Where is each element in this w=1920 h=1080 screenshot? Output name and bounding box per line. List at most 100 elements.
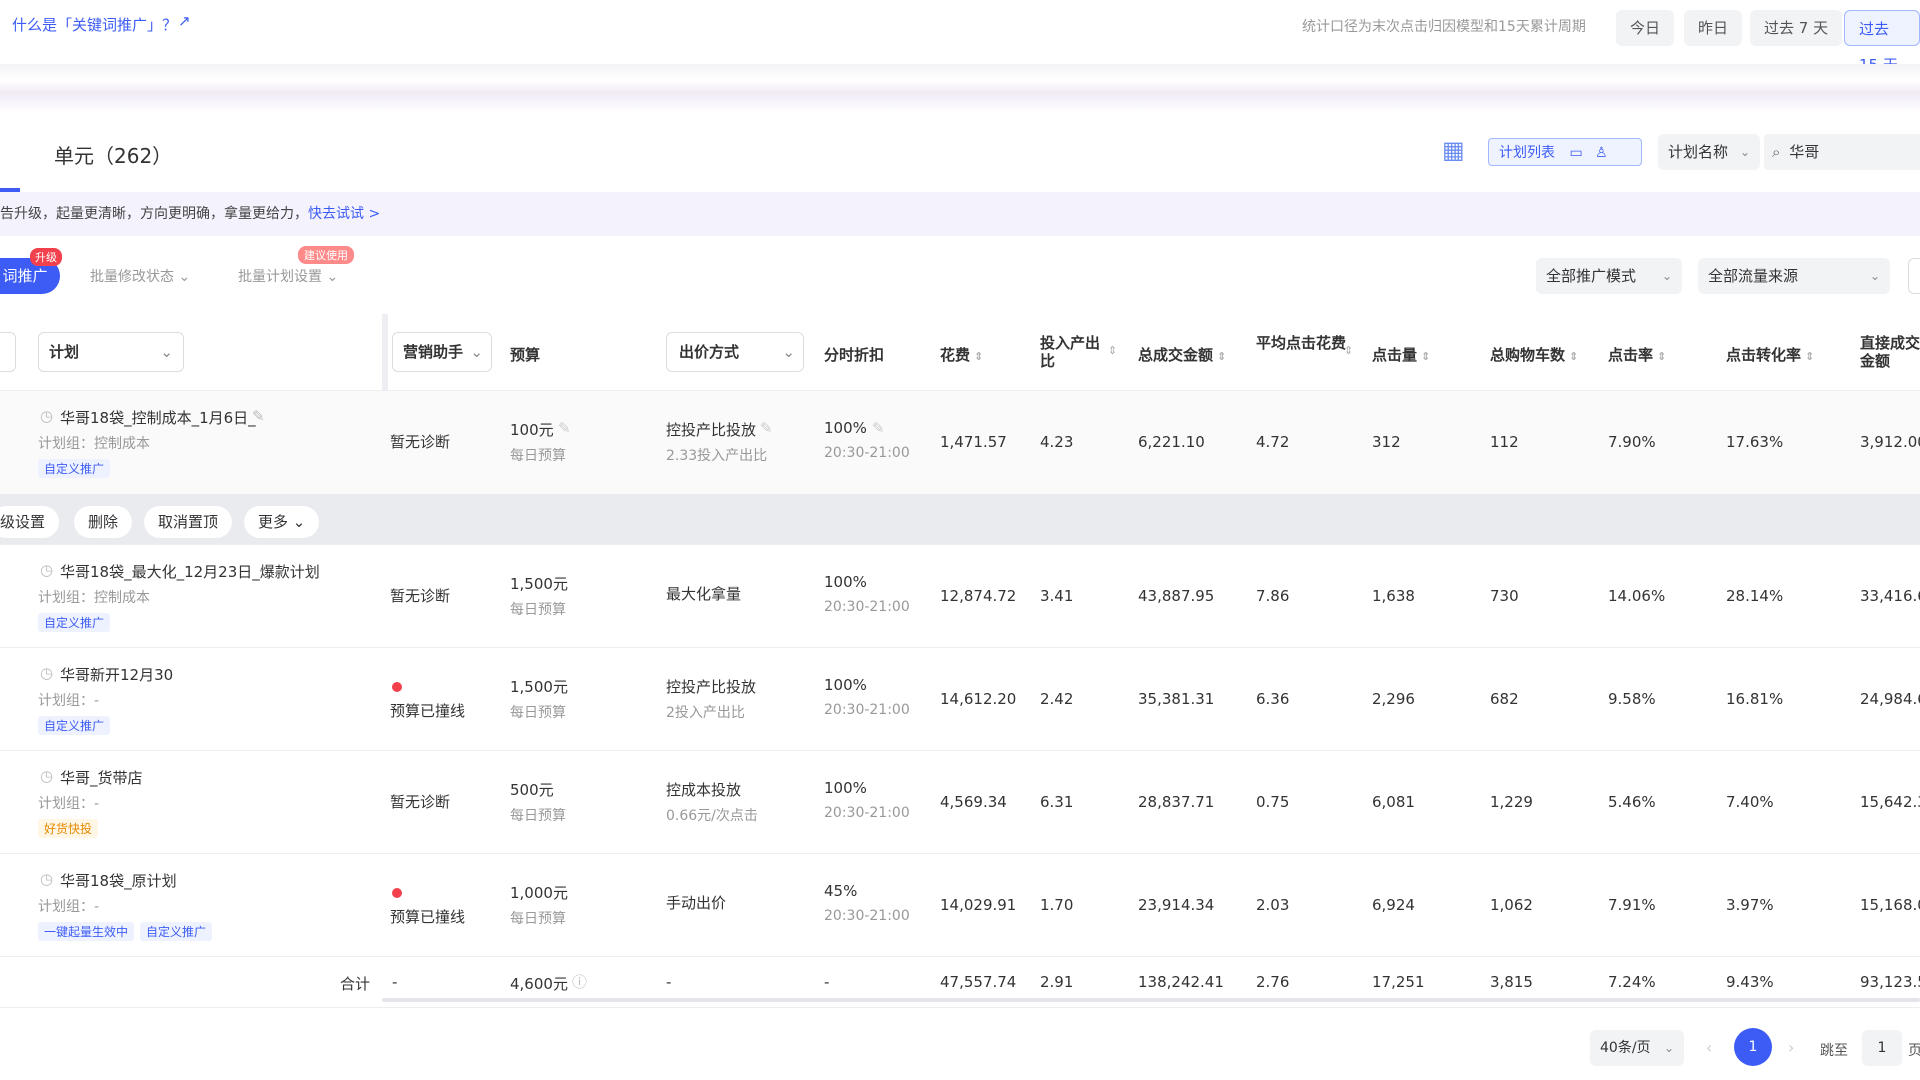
tab-yesterday[interactable]: 昨日 bbox=[1684, 10, 1743, 46]
discount-value[interactable]: 100% bbox=[824, 779, 867, 797]
roi-header[interactable]: 投入产出比 bbox=[1040, 334, 1100, 370]
budget-value[interactable]: 1,500元 bbox=[510, 676, 568, 697]
page-number-current[interactable]: 1 bbox=[1734, 1028, 1772, 1066]
plan-group-prefix: 计划组： bbox=[38, 693, 94, 709]
clicks-value: 6,924 bbox=[1372, 896, 1415, 914]
direct-value: 15,168.0 bbox=[1860, 896, 1920, 914]
col-select[interactable] bbox=[0, 332, 16, 372]
plan-name[interactable]: 华哥18袋_控制成本_1月6日_ bbox=[60, 407, 256, 428]
plan-name[interactable]: 华哥新开12月30 bbox=[60, 664, 173, 685]
discount-value[interactable]: 100% bbox=[824, 676, 867, 694]
notice-link[interactable]: 快去试试 > bbox=[308, 206, 380, 222]
cpc-value: 0.75 bbox=[1256, 793, 1290, 811]
direct-header[interactable]: 直接成交金额 bbox=[1860, 334, 1920, 370]
dashboard-icon[interactable]: ▦ bbox=[1442, 136, 1465, 164]
search-input[interactable]: 华哥 bbox=[1789, 143, 1819, 161]
budget-value[interactable]: 1,500元 bbox=[510, 573, 568, 594]
cvr-header[interactable]: 点击转化率 ⇕ bbox=[1726, 344, 1814, 365]
bid-column-select[interactable]: 出价方式 ⌄ bbox=[666, 332, 804, 372]
plan-group-value: - bbox=[94, 796, 100, 812]
table-row[interactable]: ◷ 华哥新开12月30 计划组：- 自定义推广 预算已撞线 1,500元 每日预… bbox=[0, 648, 1920, 751]
plan-name[interactable]: 华哥18袋_原计划 bbox=[60, 870, 177, 891]
delete-button[interactable]: 删除 bbox=[74, 506, 133, 538]
edit-icon[interactable]: ✎ bbox=[558, 419, 571, 437]
plan-name[interactable]: 华哥_货带店 bbox=[60, 767, 143, 788]
tab-today[interactable]: 今日 bbox=[1616, 10, 1675, 46]
budget-value[interactable]: 100元 bbox=[510, 419, 554, 440]
clicks-header[interactable]: 点击量 ⇕ bbox=[1372, 344, 1430, 365]
plan-group: 计划组：控制成本 bbox=[38, 433, 150, 453]
filter-field-select[interactable]: 计划名称 ⌄ bbox=[1658, 134, 1760, 170]
help-link[interactable]: 什么是「关键词推广」？ bbox=[12, 14, 177, 35]
batch-plan-button[interactable]: 批量计划设置 ⌄ bbox=[238, 266, 338, 286]
jump-input[interactable]: 1 bbox=[1862, 1030, 1902, 1066]
tab-15-days[interactable]: 过去 15 天 bbox=[1844, 10, 1920, 74]
plan-group-value: 控制成本 bbox=[94, 590, 150, 606]
table-row[interactable]: ◷ 华哥18袋_最大化_12月23日_爆款计划 计划组：控制成本 自定义推广 暂… bbox=[0, 545, 1920, 648]
next-page-icon[interactable]: › bbox=[1788, 1038, 1794, 1057]
plan-column-select[interactable]: 计划 ⌄ bbox=[38, 332, 184, 372]
plan-group-value: - bbox=[94, 693, 100, 709]
prev-page-icon[interactable]: ‹ bbox=[1706, 1038, 1712, 1057]
plan-name[interactable]: 华哥18袋_最大化_12月23日_爆款计划 bbox=[60, 561, 320, 582]
extra-control[interactable] bbox=[1908, 258, 1920, 294]
plan-tag: 好货快投 bbox=[38, 819, 99, 838]
unpin-button[interactable]: 取消置顶 bbox=[144, 506, 233, 538]
search-box[interactable]: ⌕ 华哥 bbox=[1764, 134, 1920, 170]
cart-value: 1,229 bbox=[1490, 793, 1533, 811]
mode-select[interactable]: 全部推广模式 ⌄ bbox=[1536, 258, 1682, 294]
budget-value[interactable]: 1,000元 bbox=[510, 882, 568, 903]
batch-status-button[interactable]: 批量修改状态 ⌄ bbox=[90, 266, 190, 286]
assistant-header: 营销助手 bbox=[403, 343, 464, 361]
external-link-icon[interactable]: ↗ bbox=[178, 12, 191, 30]
discount-value[interactable]: 100% bbox=[824, 573, 867, 591]
assistant-status: 暂无诊断 bbox=[390, 433, 451, 451]
bid-value[interactable]: 手动出价 bbox=[666, 892, 726, 913]
user-icon[interactable]: ♙ bbox=[1595, 145, 1608, 161]
level-settings-button[interactable]: 级设置 bbox=[0, 506, 60, 538]
direct-value: 33,416.6 bbox=[1860, 587, 1920, 605]
edit-icon[interactable]: ✎ bbox=[872, 419, 885, 437]
bid-value[interactable]: 控成本投放 bbox=[666, 779, 741, 800]
cpc-header[interactable]: 平均点击花费 bbox=[1256, 334, 1346, 352]
page-size-select[interactable]: 40条/页 ⌄ bbox=[1590, 1030, 1684, 1066]
cpc-value: 7.86 bbox=[1256, 587, 1290, 605]
plan-group-prefix: 计划组： bbox=[38, 796, 94, 812]
horizontal-scrollbar[interactable] bbox=[382, 998, 1920, 1002]
edit-icon[interactable]: ✎ bbox=[760, 419, 773, 437]
table-row[interactable]: ◷ 华哥18袋_控制成本_1月6日_ ✎ 计划组：控制成本 自定义推广 暂无诊断… bbox=[0, 391, 1920, 495]
budget-sub: 每日预算 bbox=[510, 911, 566, 927]
budget-sub: 每日预算 bbox=[510, 602, 566, 618]
discount-value[interactable]: 45% bbox=[824, 882, 857, 900]
chevron-down-icon: ⌄ bbox=[1739, 145, 1750, 159]
edit-icon[interactable]: ✎ bbox=[252, 407, 265, 425]
batch-status-label: 批量修改状态 bbox=[90, 269, 174, 285]
discount-time: 20:30-21:00 bbox=[824, 908, 910, 924]
gmv-header[interactable]: 总成交金额 ⇕ bbox=[1138, 344, 1226, 365]
ctr-header[interactable]: 点击率 ⇕ bbox=[1608, 344, 1666, 365]
budget-value[interactable]: 500元 bbox=[510, 779, 554, 800]
budget-sub: 每日预算 bbox=[510, 808, 566, 824]
help-icon[interactable]: ⓘ bbox=[572, 971, 587, 992]
bid-sub: 2投入产出比 bbox=[666, 705, 745, 721]
search-icon: ⌕ bbox=[1772, 143, 1781, 161]
bid-value[interactable]: 最大化拿量 bbox=[666, 583, 741, 604]
message-icon[interactable]: ▭ bbox=[1569, 145, 1582, 161]
table-row[interactable]: ◷ 华哥18袋_原计划 计划组：- 一键起量生效中 自定义推广 预算已撞线 1,0… bbox=[0, 854, 1920, 957]
chevron-down-icon: ⌄ bbox=[1661, 269, 1672, 283]
cart-header[interactable]: 总购物车数 ⇕ bbox=[1490, 344, 1578, 365]
bid-value[interactable]: 控投产比投放 bbox=[666, 676, 756, 697]
gmv-header-label: 总成交金额 bbox=[1138, 346, 1214, 364]
more-button[interactable]: 更多 ⌄ bbox=[244, 506, 320, 538]
plan-tags: 一键起量生效中 自定义推广 bbox=[38, 922, 218, 941]
discount-value[interactable]: 100% bbox=[824, 419, 867, 437]
table-row[interactable]: ◷ 华哥_货带店 计划组：- 好货快投 暂无诊断 500元 每日预算 控成本投放… bbox=[0, 751, 1920, 854]
assistant-column-select[interactable]: 营销助手 ⌄ bbox=[392, 332, 492, 372]
source-select[interactable]: 全部流量来源 ⌄ bbox=[1698, 258, 1890, 294]
plan-list-toggle[interactable]: 计划列表 ▭ ♙ bbox=[1488, 138, 1642, 166]
cart-value: 730 bbox=[1490, 587, 1519, 605]
spend-header[interactable]: 花费 ⇕ bbox=[940, 344, 983, 365]
bid-value[interactable]: 控投产比投放 bbox=[666, 419, 756, 440]
tab-7-days[interactable]: 过去 7 天 bbox=[1750, 10, 1843, 46]
sort-icon: ⇕ bbox=[1421, 350, 1431, 363]
